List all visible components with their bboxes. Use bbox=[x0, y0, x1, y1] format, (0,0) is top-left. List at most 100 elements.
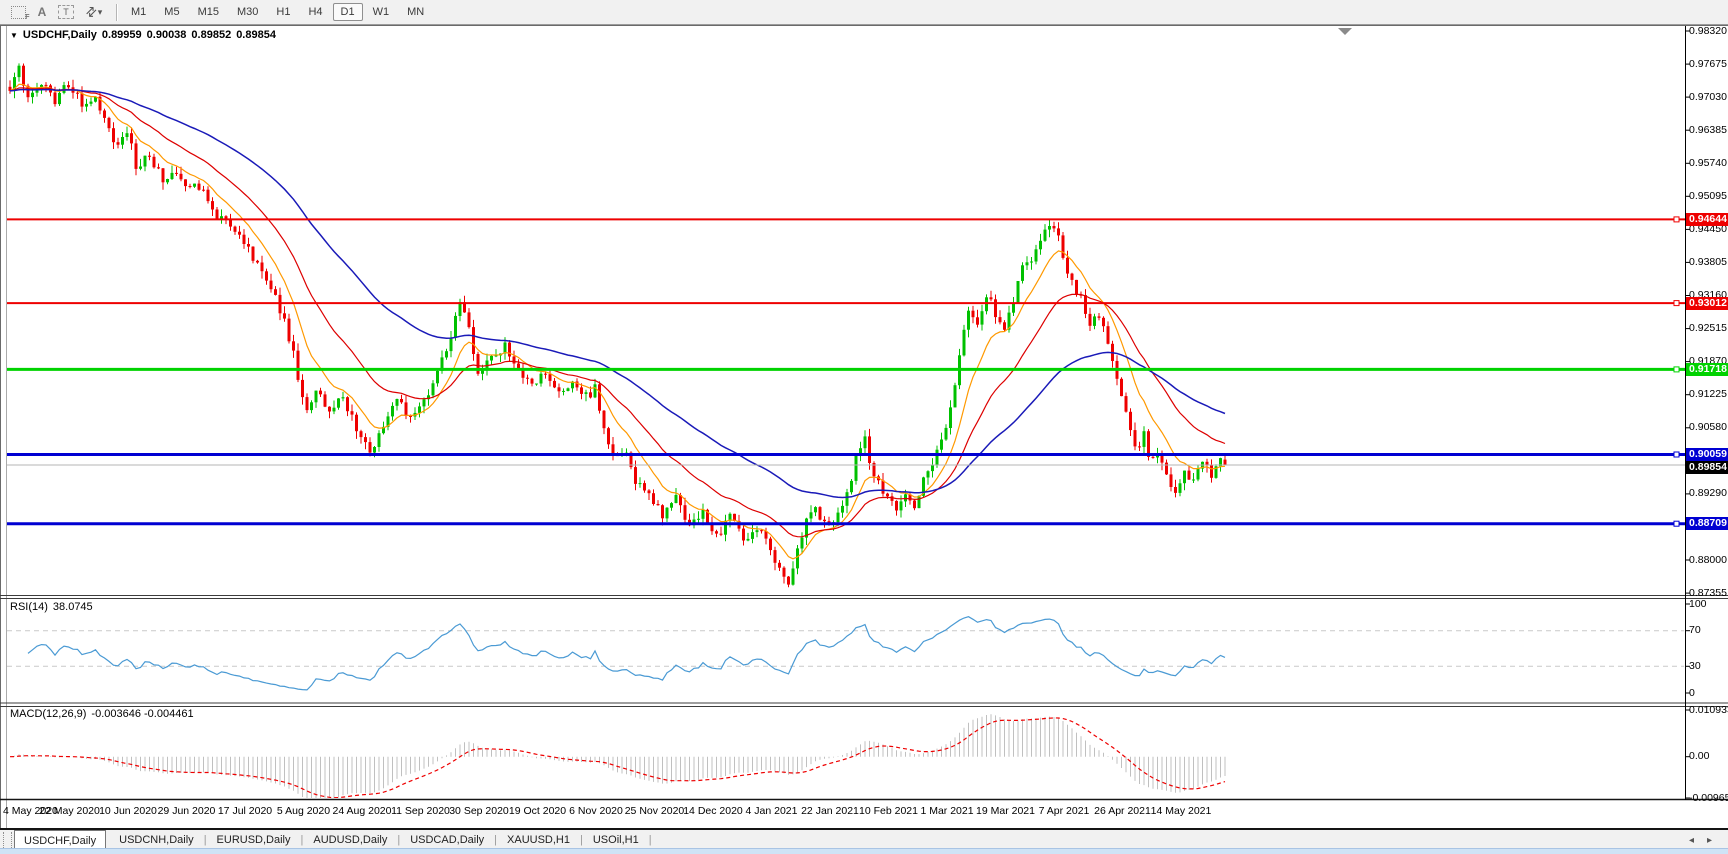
date-axis-label: 19 Oct 2020 bbox=[507, 805, 569, 817]
timeframe-m15[interactable]: M15 bbox=[190, 3, 227, 21]
price-axis-tick: 0.89290 bbox=[1689, 487, 1727, 500]
date-axis-label: 25 Nov 2020 bbox=[624, 805, 686, 817]
date-axis-label: 26 Apr 2021 bbox=[1092, 805, 1154, 817]
price-axis-tick: 0.91225 bbox=[1689, 388, 1727, 401]
window-bottom-strip bbox=[0, 848, 1728, 854]
text-label-box: T bbox=[58, 5, 74, 19]
price-axis-tick: 0.92515 bbox=[1689, 322, 1727, 335]
price-axis-tick: 0.93805 bbox=[1689, 256, 1727, 269]
hline-handle bbox=[1674, 301, 1679, 306]
quote-open: 0.89959 bbox=[102, 29, 142, 41]
date-axis-label: 4 Jan 2021 bbox=[741, 805, 803, 817]
tab-usdcad-daily[interactable]: USDCAD,Daily bbox=[401, 830, 493, 850]
price-axis-tick: 0.95740 bbox=[1689, 157, 1727, 170]
timeframe-m5[interactable]: M5 bbox=[156, 3, 187, 21]
rsi-indicator-label: RSI(14) 38.0745 bbox=[10, 601, 93, 613]
tab-usoil-h1[interactable]: USOil,H1 bbox=[584, 830, 648, 850]
font-letter: A bbox=[38, 5, 47, 19]
macd-axis-tick: 0.00 bbox=[1689, 750, 1709, 763]
timeframe-h1[interactable]: H1 bbox=[268, 3, 298, 21]
current-price-badge: 0.89854 bbox=[1686, 461, 1728, 474]
date-axis-label: 22 May 2020 bbox=[39, 805, 101, 817]
timeframe-w1[interactable]: W1 bbox=[365, 3, 398, 21]
price-axis-tick: 0.98320 bbox=[1689, 25, 1727, 38]
price-line-badge: 0.91718 bbox=[1686, 363, 1728, 376]
chart-symbol-label: USDCHF,Daily bbox=[23, 29, 97, 41]
date-axis-label: 24 Aug 2020 bbox=[331, 805, 393, 817]
tab-scroll-right-icon[interactable]: ▸ bbox=[1707, 835, 1712, 846]
timeframe-d1[interactable]: D1 bbox=[333, 3, 363, 21]
rsi-axis-tick: 70 bbox=[1689, 624, 1701, 637]
fix-scale-letter: F bbox=[25, 14, 29, 21]
macd-name: MACD(12,26,9) bbox=[10, 708, 86, 720]
macd-axis-tick: 0.010933 bbox=[1689, 704, 1728, 717]
quote-low: 0.89852 bbox=[191, 29, 231, 41]
chart-title: ▼ USDCHF,Daily 0.89959 0.90038 0.89852 0… bbox=[10, 29, 276, 41]
text-label-letter: T bbox=[63, 7, 69, 17]
rsi-axis-tick: 100 bbox=[1689, 598, 1707, 611]
date-axis-label: 6 Nov 2020 bbox=[565, 805, 627, 817]
price-line-badge: 0.88709 bbox=[1686, 517, 1728, 530]
macd-value: -0.003646 -0.004461 bbox=[91, 708, 193, 720]
date-axis-label: 29 Jun 2020 bbox=[156, 805, 218, 817]
tabbar-grip[interactable] bbox=[3, 832, 12, 848]
price-axis-tick: 0.97675 bbox=[1689, 58, 1727, 71]
tab-scroll-left-icon[interactable]: ◂ bbox=[1689, 835, 1694, 846]
tab-usdchf-daily[interactable]: USDCHF,Daily bbox=[14, 830, 106, 850]
date-axis-label: 7 Apr 2021 bbox=[1033, 805, 1095, 817]
price-line-badge: 0.90059 bbox=[1686, 448, 1728, 461]
date-axis-label: 11 Sep 2020 bbox=[390, 805, 452, 817]
timeframe-h4[interactable]: H4 bbox=[300, 3, 330, 21]
date-axis-label: 14 May 2021 bbox=[1150, 805, 1212, 817]
timeframe-m30[interactable]: M30 bbox=[229, 3, 266, 21]
macd-indicator-label: MACD(12,26,9) -0.003646 -0.004461 bbox=[10, 708, 194, 720]
hline-handle bbox=[1674, 452, 1679, 457]
date-axis-label: 14 Dec 2020 bbox=[682, 805, 744, 817]
price-axis-tick: 0.96385 bbox=[1689, 124, 1727, 137]
font-icon[interactable]: A bbox=[30, 2, 54, 22]
tab-scroll-arrows: ◂ ▸ bbox=[1689, 830, 1728, 850]
tab-eurusd-daily[interactable]: EURUSD,Daily bbox=[208, 830, 300, 850]
chart-title-dropdown-icon[interactable]: ▼ bbox=[10, 31, 18, 40]
date-axis-label: 30 Sep 2020 bbox=[448, 805, 510, 817]
macd-axis-tick: -0.009653 bbox=[1689, 792, 1728, 805]
quote-close: 0.89854 bbox=[236, 29, 276, 41]
toolbar-separator bbox=[116, 4, 117, 21]
timeframe-m1[interactable]: M1 bbox=[123, 3, 154, 21]
tab-xauusd-h1[interactable]: XAUUSD,H1 bbox=[498, 830, 579, 850]
hline-handle bbox=[1674, 521, 1679, 526]
candles-layer bbox=[9, 63, 1227, 587]
timeframe-buttons: M1M5M15M30H1H4D1W1MN bbox=[123, 3, 432, 21]
price-line-badge: 0.93012 bbox=[1686, 297, 1728, 310]
moving-averages-layer bbox=[10, 84, 1225, 559]
fix-scale-box: F bbox=[11, 6, 26, 19]
price-axis-tick: 0.95095 bbox=[1689, 190, 1727, 203]
timeframe-mn[interactable]: MN bbox=[399, 3, 432, 21]
price-axis-tick: 0.97030 bbox=[1689, 91, 1727, 104]
date-axis-label: 22 Jan 2021 bbox=[799, 805, 861, 817]
tab-separator: | bbox=[648, 830, 653, 850]
rsi-name: RSI(14) bbox=[10, 601, 48, 613]
text-label-icon[interactable]: T bbox=[54, 2, 78, 22]
macd-layer bbox=[10, 714, 1225, 801]
chart-shift-marker-icon bbox=[1338, 28, 1352, 35]
chart-canvas[interactable] bbox=[0, 0, 1728, 854]
price-axis-tick: 0.88000 bbox=[1689, 554, 1727, 567]
date-axis-label: 10 Jun 2020 bbox=[97, 805, 159, 817]
rsi-axis-tick: 30 bbox=[1689, 660, 1701, 673]
quote-high: 0.90038 bbox=[147, 29, 187, 41]
cycle-arrows-button[interactable]: ⇄ ▾ bbox=[78, 2, 110, 22]
fix-scale-icon[interactable]: F bbox=[6, 2, 30, 22]
rsi-layer bbox=[28, 617, 1225, 690]
rsi-axis-tick: 0 bbox=[1689, 687, 1695, 700]
tab-audusd-daily[interactable]: AUDUSD,Daily bbox=[304, 830, 396, 850]
tab-usdcnh-daily[interactable]: USDCNH,Daily bbox=[110, 830, 203, 850]
rsi-value: 38.0745 bbox=[53, 601, 93, 613]
price-line-badge: 0.94644 bbox=[1686, 213, 1728, 226]
date-axis-label: 5 Aug 2020 bbox=[273, 805, 335, 817]
chart-tabs: USDCHF,DailyUSDCNH,Daily|EURUSD,Daily|AU… bbox=[14, 830, 653, 850]
top-toolbar: F A T ⇄ ▾ M1M5M15M30H1H4D1W1MN bbox=[0, 0, 1728, 25]
chart-tabbar: USDCHF,DailyUSDCNH,Daily|EURUSD,Daily|AU… bbox=[0, 828, 1728, 850]
date-axis-label: 17 Jul 2020 bbox=[214, 805, 276, 817]
date-axis-label: 10 Feb 2021 bbox=[858, 805, 920, 817]
